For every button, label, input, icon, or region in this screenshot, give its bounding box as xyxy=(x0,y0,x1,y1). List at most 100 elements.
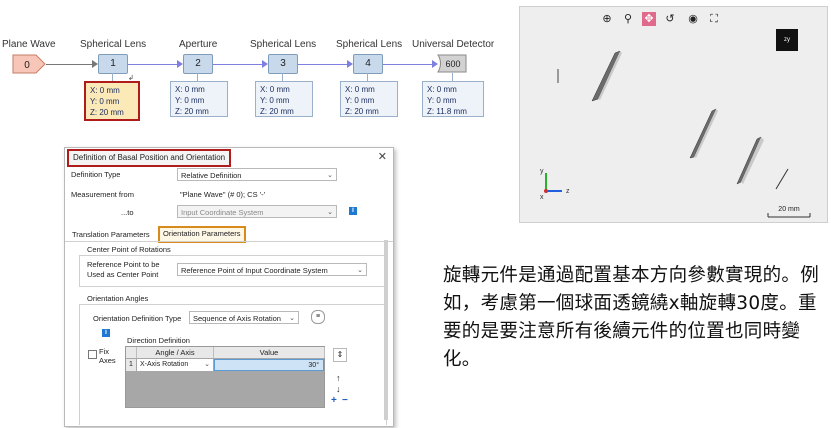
node-title-plane-wave: Plane Wave xyxy=(2,39,56,50)
axis-label-z: z xyxy=(566,188,570,195)
chevron-down-icon: ⌄ xyxy=(327,172,333,179)
add-row-button[interactable]: + xyxy=(331,395,337,406)
lens-3-shape xyxy=(736,136,764,185)
sort-button[interactable]: ⇕ xyxy=(333,348,347,362)
axis-triad: y z x xyxy=(540,168,570,201)
coord-card-lens-3[interactable]: X: 0 mm Y: 0 mm Z: 20 mm xyxy=(255,81,313,117)
chevron-down-icon: ⌄ xyxy=(289,315,295,322)
rotation-table: Angle / Axis Value 1 X-Axis Rotation ⌄ 3… xyxy=(125,346,325,408)
direction-definition-title: Direction Definition xyxy=(127,336,190,345)
coord-y: Y: 0 mm xyxy=(90,97,120,106)
node-title-aperture: Aperture xyxy=(179,39,218,50)
table-corner xyxy=(126,347,137,358)
info-icon[interactable]: i xyxy=(349,207,357,215)
chevron-down-icon: ⌄ xyxy=(327,209,333,216)
lens-1-shape xyxy=(591,50,622,102)
close-icon[interactable]: ✕ xyxy=(378,150,387,163)
column-header-value: Value xyxy=(214,347,325,358)
stub xyxy=(282,73,283,81)
node-title-lens-1: Spherical Lens xyxy=(80,39,147,50)
coord-y: Y: 0 mm xyxy=(260,96,290,105)
axis-label-x: x xyxy=(540,194,544,201)
coord-y: Y: 0 mm xyxy=(175,96,205,105)
move-down-button[interactable]: ↓ xyxy=(336,384,341,394)
to-label: ...to xyxy=(121,208,134,217)
connector xyxy=(298,64,348,65)
view-3d[interactable]: ⊕ ⚲ ✥ ↺ ◉ ⛶ zy y z x 20 mm xyxy=(519,6,828,223)
chevron-down-icon: ⌄ xyxy=(204,361,210,368)
orientation-definition-value: Sequence of Axis Rotation xyxy=(193,314,281,323)
node-title-lens-3: Spherical Lens xyxy=(250,39,317,50)
detector-id: 600 xyxy=(445,59,460,69)
description-paragraph: 旋轉元件是通過配置基本方向參數實現的。例如，考慮第一個球面透鏡繞x軸旋轉30度。… xyxy=(443,265,820,370)
scale-bar: 20 mm xyxy=(767,206,811,218)
orientation-options-icon[interactable]: ≡ xyxy=(311,310,325,324)
coord-y: Y: 0 mm xyxy=(427,96,457,105)
coord-card-aperture[interactable]: X: 0 mm Y: 0 mm Z: 20 mm xyxy=(170,81,228,117)
stub xyxy=(197,73,198,81)
coord-card-detector[interactable]: X: 0 mm Y: 0 mm Z: 11.8 mm xyxy=(422,81,484,117)
lens-3-node[interactable]: 3 xyxy=(268,54,298,74)
connector xyxy=(213,64,263,65)
source-id: 0 xyxy=(24,60,30,71)
connector xyxy=(46,64,92,65)
to-select[interactable]: Input Coordinate System ⌄ xyxy=(177,205,337,218)
reference-point-value: Reference Point of Input Coordinate Syst… xyxy=(181,266,328,275)
dialog-scrollbar[interactable] xyxy=(384,240,388,420)
value-input[interactable]: 30° xyxy=(214,359,324,371)
center-point-group-title: Center Point of Rotations xyxy=(87,245,171,254)
axis-value: X-Axis Rotation xyxy=(140,361,189,368)
reference-point-label-line2: Used as Center Point xyxy=(87,270,159,279)
coord-z: Z: 20 mm xyxy=(345,107,379,116)
connector xyxy=(383,64,433,65)
definition-type-select[interactable]: Relative Definition ⌄ xyxy=(177,168,337,181)
lens-4-node[interactable]: 4 xyxy=(353,54,383,74)
coord-card-lens-4[interactable]: X: 0 mm Y: 0 mm Z: 20 mm xyxy=(340,81,398,117)
reference-point-label-line1: Reference Point to be xyxy=(87,260,160,269)
stub xyxy=(452,73,453,81)
coord-z: Z: 11.8 mm xyxy=(427,107,467,116)
coord-y: Y: 0 mm xyxy=(345,96,375,105)
connector xyxy=(128,64,178,65)
coord-z: Z: 20 mm xyxy=(260,107,294,116)
chevron-down-icon: ⌄ xyxy=(357,267,363,274)
coord-z: Z: 20 mm xyxy=(90,108,124,117)
lens-1-node[interactable]: 1 xyxy=(98,54,128,74)
remove-row-button[interactable]: − xyxy=(342,395,348,406)
measurement-from-value: "Plane Wave" (# 0); CS '-' xyxy=(180,190,266,199)
move-up-button[interactable]: ↑ xyxy=(336,373,341,383)
reference-point-select[interactable]: Reference Point of Input Coordinate Syst… xyxy=(177,263,367,276)
stub xyxy=(112,73,113,81)
orientation-angles-group-title: Orientation Angles xyxy=(87,294,149,303)
optical-scene: y z x 20 mm xyxy=(540,50,811,218)
basal-position-dialog: Definition of Basal Position and Orienta… xyxy=(64,147,394,427)
fix-axes-label-line1: Fix xyxy=(99,347,109,356)
stub xyxy=(367,73,368,81)
info-icon[interactable]: i xyxy=(102,329,110,337)
axis-select[interactable]: X-Axis Rotation ⌄ xyxy=(137,359,213,371)
coord-x: X: 0 mm xyxy=(345,85,375,94)
aperture-node[interactable]: 2 xyxy=(183,54,213,74)
node-title-detector: Universal Detector xyxy=(412,39,495,50)
column-header-angle-axis: Angle / Axis xyxy=(137,347,214,358)
definition-type-value: Relative Definition xyxy=(181,171,242,180)
coord-x: X: 0 mm xyxy=(427,85,457,94)
orientation-definition-label: Orientation Definition Type xyxy=(93,314,182,323)
node-title-lens-4: Spherical Lens xyxy=(336,39,403,50)
orientation-definition-select[interactable]: Sequence of Axis Rotation ⌄ xyxy=(189,311,299,324)
tab-divider xyxy=(65,241,393,242)
coord-z: Z: 20 mm xyxy=(175,107,209,116)
fix-axes-checkbox[interactable] xyxy=(88,350,97,359)
coord-x: X: 0 mm xyxy=(175,85,205,94)
aperture-shape xyxy=(689,108,718,159)
fix-axes-label-line2: Axes xyxy=(99,356,116,365)
axis-label-y: y xyxy=(540,168,544,175)
coord-card-lens-1[interactable]: X: 0 mm Y: 0 mm Z: 20 mm xyxy=(84,81,140,121)
tab-translation-parameters[interactable]: Translation Parameters xyxy=(69,228,153,241)
coord-x: X: 0 mm xyxy=(260,85,290,94)
scale-bar-label: 20 mm xyxy=(778,206,800,213)
plane-wave-source-icon[interactable]: 0 xyxy=(12,54,46,74)
measurement-from-label: Measurement from xyxy=(71,190,134,199)
definition-type-label: Definition Type xyxy=(71,170,121,179)
detector-node[interactable]: 600 xyxy=(437,53,467,74)
